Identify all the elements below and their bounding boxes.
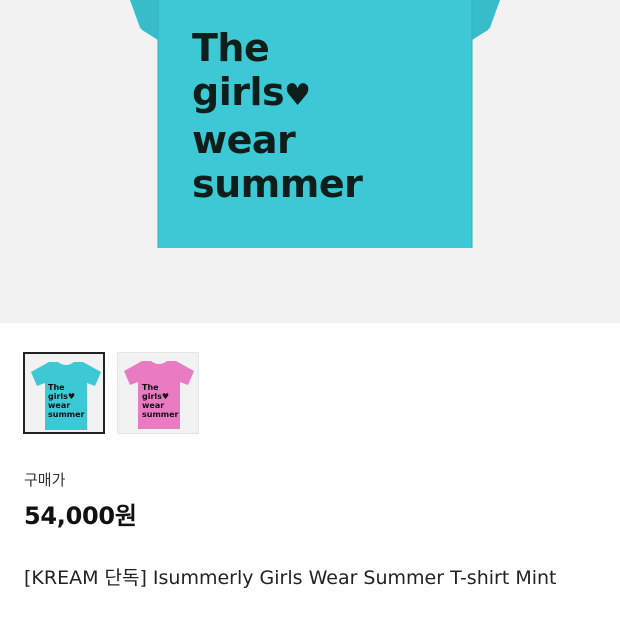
print-line: summer	[48, 410, 85, 419]
print-line: summer	[142, 410, 179, 419]
print-line: wear	[192, 118, 296, 162]
thumbnail-mint[interactable]: The girls♥ wear summer	[23, 352, 105, 434]
thumbnail-list: The girls♥ wear summer The girls♥ wear s…	[23, 352, 199, 434]
print-line: girls	[192, 70, 285, 114]
print-line: wear	[142, 401, 165, 410]
print-line: The	[48, 383, 65, 392]
thumbnail-pink[interactable]: The girls♥ wear summer	[117, 352, 199, 434]
price-value: 54,000원	[24, 502, 137, 530]
price-label: 구매가	[24, 471, 66, 489]
shirt-print-text: The girls♥ wear summer	[192, 26, 363, 206]
print-line: The	[192, 26, 270, 70]
print-line: wear	[48, 401, 71, 410]
product-title: [KREAM 단독] Isummerly Girls Wear Summer T…	[24, 567, 557, 589]
heart-icon: ♥	[284, 78, 311, 113]
thumbnail-print-text: The girls♥ wear summer	[48, 383, 85, 419]
print-line: summer	[192, 162, 363, 206]
print-line: girls	[48, 392, 68, 401]
product-main-image[interactable]: The girls♥ wear summer	[0, 0, 620, 323]
print-line: girls	[142, 392, 162, 401]
print-line: The	[142, 383, 159, 392]
thumbnail-print-text: The girls♥ wear summer	[142, 383, 179, 419]
